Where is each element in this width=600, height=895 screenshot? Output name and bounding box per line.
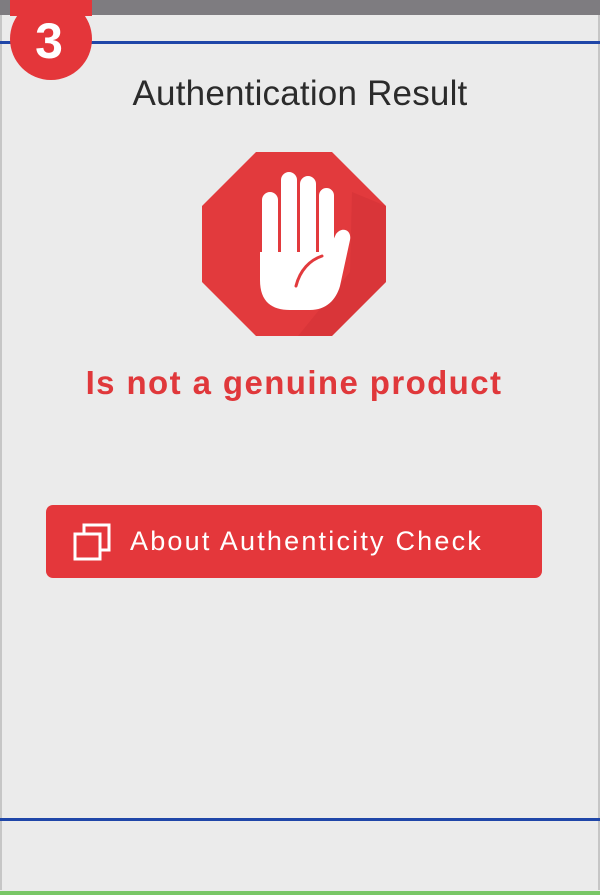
result-message: Is not a genuine product — [85, 364, 503, 401]
bottom-divider — [0, 818, 600, 821]
about-authenticity-check-button[interactable]: About Authenticity Check — [46, 505, 542, 578]
step-number-badge: 3 — [10, 0, 92, 80]
frame-left-border — [0, 15, 2, 890]
authentication-result-screen: 3 Authentication Result Is not a genuine… — [0, 0, 600, 895]
stop-hand-icon — [202, 152, 386, 336]
bottom-edge-strip — [0, 891, 600, 895]
page-title: Authentication Result — [132, 74, 468, 113]
about-button-label: About Authenticity Check — [130, 526, 483, 556]
copy-windows-icon — [73, 523, 111, 560]
step-number: 3 — [35, 13, 63, 69]
